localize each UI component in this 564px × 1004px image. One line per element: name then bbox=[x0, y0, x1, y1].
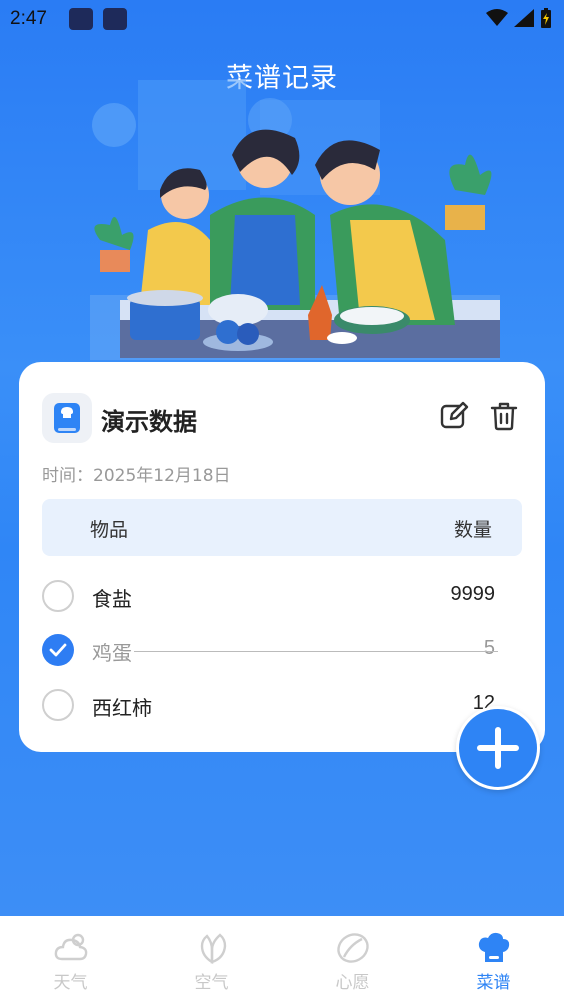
checkmark-icon bbox=[49, 643, 67, 657]
column-qty-header: 数量 bbox=[453, 519, 492, 541]
list-item[interactable]: 鸡蛋 5 bbox=[42, 632, 522, 672]
item-qty: 9999 bbox=[450, 583, 496, 605]
card-title: 演示数据 bbox=[101, 408, 197, 436]
edit-icon[interactable] bbox=[439, 401, 469, 431]
nav-label: 空气 bbox=[194, 973, 229, 993]
nav-label: 菜谱 bbox=[476, 973, 511, 993]
item-checkbox[interactable] bbox=[42, 580, 74, 612]
item-checkbox-checked[interactable] bbox=[42, 634, 74, 666]
delete-icon[interactable] bbox=[489, 401, 519, 431]
list-item[interactable]: 西红柿 12 bbox=[42, 687, 522, 727]
add-button[interactable] bbox=[456, 706, 540, 790]
recipe-card: 演示数据 时间：2025年12月18日 物品 数量 食盐 9999 鸡蛋 5 西… bbox=[19, 362, 545, 752]
item-name: 鸡蛋 bbox=[92, 641, 132, 665]
bottom-nav: 天气 空气 心愿 菜谱 bbox=[0, 916, 564, 1004]
record-date: 时间：2025年12月18日 bbox=[42, 466, 231, 486]
item-qty: 5 bbox=[483, 637, 495, 659]
status-time: 2:47 bbox=[10, 8, 47, 29]
cooking-family-illustration bbox=[90, 80, 500, 360]
nav-item-wish[interactable]: 心愿 bbox=[282, 916, 423, 1004]
screen: 2:47 菜谱记录 演示数据 时间：2025年12月18日 物品 数量 食盐 9… bbox=[0, 0, 564, 916]
chef-hat-icon bbox=[478, 932, 509, 962]
signal-icon bbox=[514, 9, 534, 27]
column-item-header: 物品 bbox=[90, 519, 129, 541]
wish-icon bbox=[336, 933, 369, 963]
status-bar: 2:47 bbox=[0, 0, 564, 38]
nav-label: 天气 bbox=[53, 973, 88, 993]
plus-icon bbox=[477, 727, 519, 769]
notification-icon bbox=[103, 8, 127, 30]
nav-label: 心愿 bbox=[335, 973, 370, 993]
item-checkbox[interactable] bbox=[42, 689, 74, 721]
cloud-icon bbox=[54, 933, 87, 961]
nav-item-air[interactable]: 空气 bbox=[141, 916, 282, 1004]
nav-item-recipe[interactable]: 菜谱 bbox=[423, 916, 564, 1004]
wifi-icon bbox=[486, 9, 508, 26]
leaf-icon bbox=[200, 933, 226, 965]
list-item[interactable]: 食盐 9999 bbox=[42, 578, 522, 618]
notification-icon bbox=[69, 8, 93, 30]
strikethrough-line bbox=[134, 651, 498, 652]
item-name: 食盐 bbox=[92, 587, 132, 611]
item-name: 西红柿 bbox=[92, 696, 152, 720]
nav-item-weather[interactable]: 天气 bbox=[0, 916, 141, 1004]
table-header: 物品 数量 bbox=[42, 499, 522, 556]
recipe-book-icon bbox=[42, 393, 92, 443]
battery-icon bbox=[541, 8, 551, 28]
